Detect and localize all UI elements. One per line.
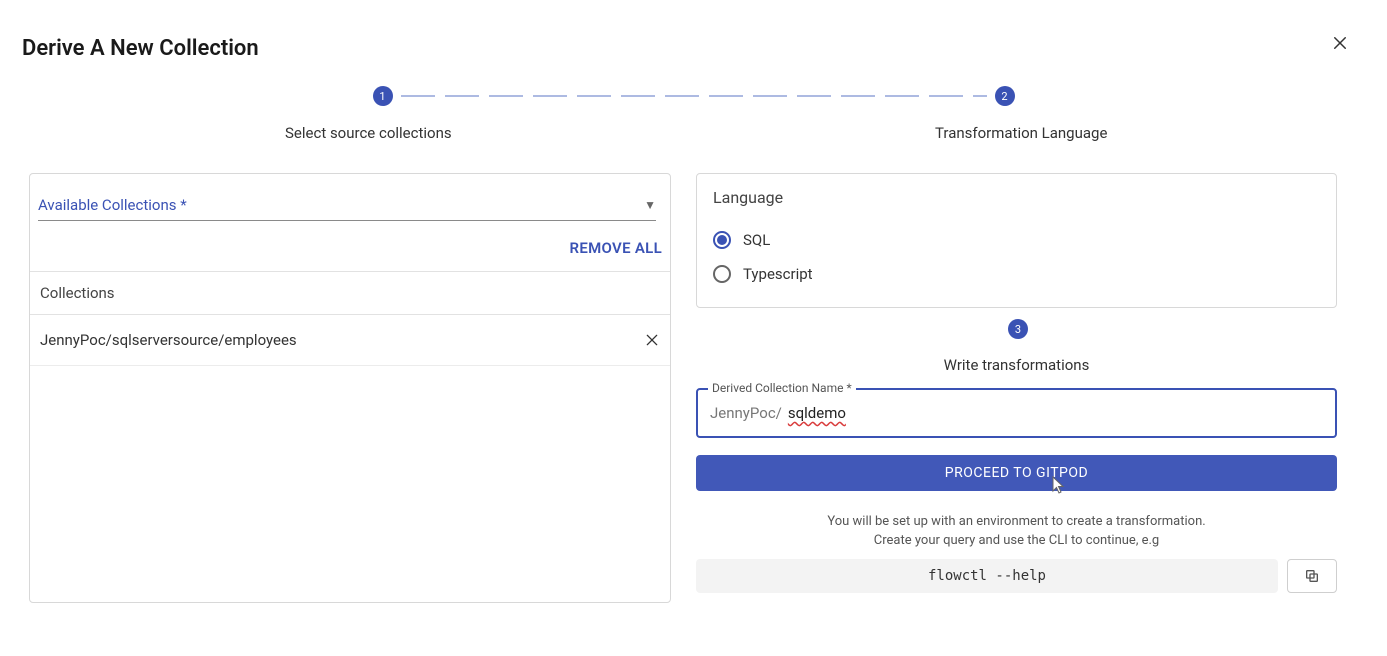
collection-row: JennyPoc/sqlserversource/employees	[30, 315, 670, 366]
collections-header: Collections	[30, 271, 670, 315]
derived-value: sqldemo	[788, 404, 846, 422]
step-3-circle: 3	[1008, 319, 1028, 339]
proceed-to-gitpod-button[interactable]: PROCEED TO GITPOD	[696, 455, 1337, 491]
available-collections-label: Available Collections *	[38, 196, 187, 214]
stepper: 1 2	[0, 86, 1387, 106]
language-panel: Language SQL Typescript	[696, 173, 1337, 308]
close-icon[interactable]	[1331, 34, 1349, 52]
stepper-connector	[401, 95, 987, 97]
step-1-label: Select source collections	[285, 124, 452, 142]
cli-command-box: flowctl --help	[696, 559, 1278, 593]
derived-prefix: JennyPoc/	[710, 404, 782, 422]
radio-sql[interactable]: SQL	[713, 223, 1320, 257]
collection-name: JennyPoc/sqlserversource/employees	[40, 331, 297, 349]
language-title: Language	[713, 188, 1320, 207]
helper-line-1: You will be set up with an environment t…	[696, 514, 1337, 529]
derived-collection-legend: Derived Collection Name *	[708, 381, 856, 395]
chevron-down-icon: ▼	[644, 198, 656, 212]
radio-icon-unselected	[713, 265, 731, 283]
source-collections-panel: Available Collections * ▼ REMOVE ALL Col…	[29, 173, 671, 603]
radio-sql-label: SQL	[743, 231, 770, 249]
step-2-circle: 2	[995, 86, 1015, 106]
radio-typescript-label: Typescript	[743, 265, 813, 283]
step-3-label: Write transformations	[696, 356, 1337, 374]
available-collections-select[interactable]: Available Collections * ▼	[38, 196, 656, 221]
step-1-circle: 1	[373, 86, 393, 106]
step-2-label: Transformation Language	[935, 124, 1107, 142]
copy-button[interactable]	[1287, 559, 1337, 593]
radio-typescript[interactable]: Typescript	[713, 257, 1320, 291]
remove-collection-icon[interactable]	[644, 332, 660, 348]
derived-collection-name-field[interactable]: Derived Collection Name * JennyPoc/ sqld…	[696, 388, 1337, 438]
radio-icon-selected	[713, 231, 731, 249]
page-title: Derive A New Collection	[22, 36, 259, 61]
helper-line-2: Create your query and use the CLI to con…	[696, 533, 1337, 548]
remove-all-button[interactable]: REMOVE ALL	[30, 221, 670, 271]
